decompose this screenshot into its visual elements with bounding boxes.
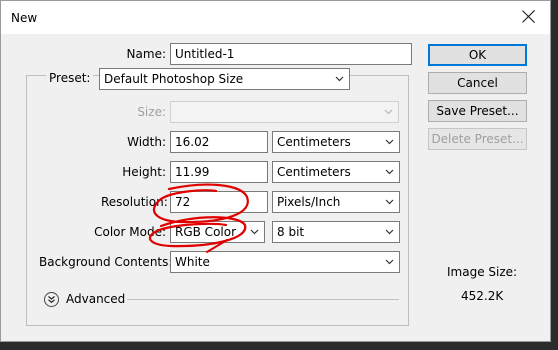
width-unit-select[interactable]: Centimeters [272,131,400,153]
bit-depth-value: 8 bit [277,225,305,239]
chevron-down-icon [385,197,394,206]
preset-value: Default Photoshop Size [104,72,244,86]
preset-label: Preset: [46,71,94,85]
image-size-value: 452.2K [461,289,504,303]
chevron-down-icon [385,137,394,146]
background-contents-select[interactable]: White [170,251,400,273]
width-label: Width: [127,135,166,149]
cancel-button[interactable]: Cancel [428,72,527,94]
color-mode-select[interactable]: RGB Color [170,221,265,243]
height-unit-value: Centimeters [277,165,351,179]
new-document-dialog: New Name: Untitled-1 Preset: Default Pho… [0,0,551,342]
width-unit-value: Centimeters [277,135,351,149]
advanced-divider [127,299,399,300]
size-label: Size: [137,105,166,119]
color-mode-value: RGB Color [175,225,237,239]
height-unit-select[interactable]: Centimeters [272,161,400,183]
preset-select[interactable]: Default Photoshop Size [99,68,350,90]
image-size-label: Image Size: [447,265,518,279]
background-contents-label: Background Contents: [39,255,173,269]
resolution-unit-value: Pixels/Inch [277,195,341,209]
name-label: Name: [126,47,166,61]
double-chevron-down-icon[interactable] [44,292,59,307]
bit-depth-select[interactable]: 8 bit [272,221,400,243]
size-select[interactable] [170,101,399,123]
height-label: Height: [122,165,166,179]
chevron-down-icon [385,167,394,176]
advanced-toggle-label[interactable]: Advanced [66,292,125,306]
chevron-down-icon [335,74,344,83]
resolution-field[interactable]: 72 [170,191,268,213]
save-preset-button[interactable]: Save Preset... [428,100,527,122]
width-field[interactable]: 16.02 [170,131,268,153]
resolution-unit-select[interactable]: Pixels/Inch [272,191,400,213]
height-field[interactable]: 11.99 [170,161,268,183]
chevron-down-icon [384,107,393,116]
chevron-down-icon [385,257,394,266]
window-title: New [11,11,38,25]
title-bar: New [1,1,550,34]
chevron-down-icon [250,227,259,236]
background-contents-value: White [175,255,210,269]
resolution-label: Resolution: [101,195,168,209]
ok-button[interactable]: OK [428,44,527,66]
chevron-down-icon [385,227,394,236]
close-icon[interactable] [522,9,536,23]
delete-preset-button[interactable]: Delete Preset... [428,128,527,150]
name-field[interactable]: Untitled-1 [170,43,412,65]
color-mode-label: Color Mode: [94,225,166,239]
